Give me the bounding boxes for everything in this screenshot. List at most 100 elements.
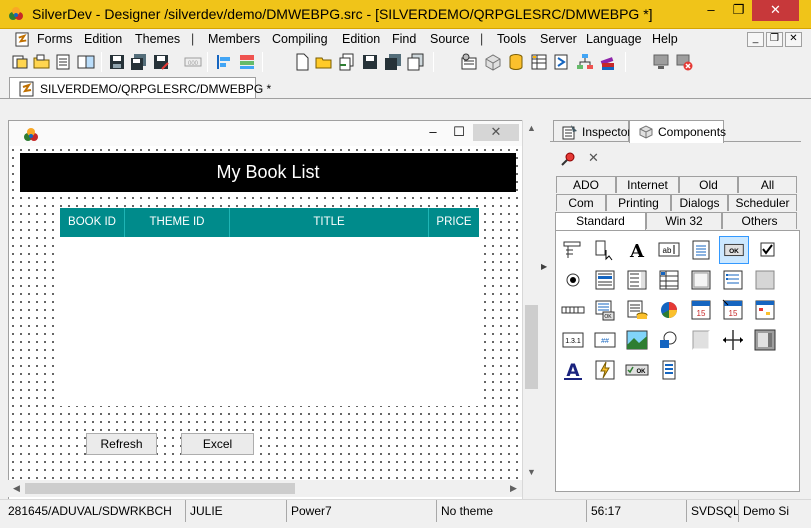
menu-language[interactable]: Language [586,32,642,46]
font-label-icon[interactable]: A [561,358,585,382]
open-form-icon[interactable] [33,53,51,71]
category-tab-printing[interactable]: Printing [606,194,671,211]
memo-icon[interactable] [689,238,713,262]
new-file-icon[interactable] [293,53,311,71]
category-tab-old[interactable]: Old [679,176,738,193]
monitor-icon[interactable] [652,53,670,71]
mdi-close-button[interactable]: ✕ [785,32,802,47]
table-browser-icon[interactable] [530,53,548,71]
copy-files-icon[interactable] [407,53,425,71]
groupbox-icon[interactable] [721,268,745,292]
menu-compiling[interactable]: Compiling [272,32,328,46]
listbox-icon[interactable] [593,268,617,292]
program-flow-icon[interactable] [553,53,571,71]
server-properties-icon[interactable] [460,53,478,71]
scroll-right-icon[interactable]: ▶ [505,480,522,497]
book-grid[interactable]: BOOK ID THEME ID TITLE PRICE [60,208,479,406]
scroll-thumb[interactable] [525,305,538,389]
form-list-icon[interactable] [55,53,73,71]
new-form-icon[interactable] [11,53,29,71]
grid-icon[interactable] [657,268,681,292]
scroll-up-icon[interactable]: ▲ [523,120,540,137]
menu-tools[interactable]: Tools [497,32,526,46]
frame-icon[interactable] [753,328,777,352]
calendar-icon[interactable]: 15 [689,298,713,322]
open-file-icon[interactable] [315,53,333,71]
label-icon[interactable]: A [625,238,649,262]
designer-close-button[interactable]: ✕ [473,124,519,141]
category-tab-internet[interactable]: Internet [616,176,679,193]
tab-inspector[interactable]: Inspector [553,120,631,142]
dataset-icon[interactable] [625,298,649,322]
scrollbar-icon[interactable] [561,298,585,322]
menu-edition[interactable]: Edition [84,32,122,46]
panel-icon[interactable] [689,268,713,292]
excel-button[interactable]: Excel [181,433,254,455]
vertical-scrollbar[interactable]: ▲ ▼ [522,120,539,504]
category-tab-ado[interactable]: ADO [556,176,616,193]
menu-members[interactable]: Members [208,32,260,46]
database-icon[interactable] [507,53,525,71]
checkbox-icon[interactable] [756,238,780,262]
category-tab-standard[interactable]: Standard [555,212,646,230]
form-compare-icon[interactable] [77,53,95,71]
hscroll-thumb[interactable] [25,483,295,494]
ok-button-icon[interactable]: OK [625,358,649,382]
tab-components[interactable]: Components [629,120,726,143]
mdi-minimize-button[interactable]: _ [747,32,764,47]
category-tab-all[interactable]: All [738,176,797,193]
save-icon[interactable] [108,53,126,71]
category-tab-others[interactable]: Others [722,212,797,229]
action-icon[interactable] [593,358,617,382]
menu-help[interactable]: Help [652,32,678,46]
minimize-button[interactable]: – [697,0,725,21]
menu-server[interactable]: Server [540,32,577,46]
disconnect-icon[interactable] [675,53,693,71]
design-canvas[interactable]: My Book List BOOK ID THEME ID TITLE PRIC… [9,146,523,505]
scroll-left-icon[interactable]: ◀ [8,480,25,497]
scroll-down-icon[interactable]: ▼ [523,464,540,481]
image-icon[interactable] [625,328,649,352]
mdi-restore-button[interactable]: ❐ [766,32,783,47]
date-picker-icon[interactable]: 15 [721,298,745,322]
main-menu-icon[interactable] [561,238,585,262]
designer-maximize-button[interactable]: ☐ [449,124,469,141]
books-icon[interactable] [599,53,617,71]
category-tab-com[interactable]: Com [556,194,606,211]
dbnavigator-icon[interactable]: OK [593,298,617,322]
shape-draw-icon[interactable] [657,328,681,352]
splitter-handle[interactable]: ▶ [541,262,547,273]
designer-minimize-button[interactable]: – [423,124,443,141]
document-tab[interactable]: SILVERDEMO/QRPGLESRC/DMWEBPG * [9,77,271,99]
shape-icon[interactable] [753,268,777,292]
edit-icon[interactable]: ab [657,238,681,262]
splitter-icon[interactable] [721,328,745,352]
version-icon[interactable]: 1.3.1 [561,328,585,352]
page-banner[interactable]: My Book List [20,153,516,192]
mask-edit-icon[interactable]: ## [593,328,617,352]
align-icon[interactable] [215,53,233,71]
menu-edition-2[interactable]: Edition [342,32,380,46]
close-button[interactable]: ✕ [752,0,799,21]
save-all-files-icon[interactable] [384,53,402,71]
menu-themes[interactable]: Themes [135,32,180,46]
panel-close-icon[interactable]: ✕ [588,150,599,166]
button-icon[interactable]: OK [719,236,749,264]
save-as-icon[interactable] [152,53,170,71]
list-icon[interactable] [657,358,681,382]
tab-order-icon[interactable] [238,53,256,71]
bevel-icon[interactable] [689,328,713,352]
category-tab-dialogs[interactable]: Dialogs [671,194,728,211]
save-file-icon[interactable] [361,53,379,71]
horizontal-scrollbar[interactable]: ◀ ▶ [8,480,522,497]
menu-forms[interactable]: Forms [37,32,72,46]
pin-icon[interactable] [560,151,576,167]
refresh-button[interactable]: Refresh [86,433,157,455]
hierarchy-icon[interactable] [576,53,594,71]
menu-find[interactable]: Find [392,32,416,46]
schedule-icon[interactable] [753,298,777,322]
combobox-icon[interactable] [625,268,649,292]
category-tab-win32[interactable]: Win 32 [646,212,722,229]
radio-icon[interactable] [561,268,585,292]
chart-icon[interactable] [657,298,681,322]
